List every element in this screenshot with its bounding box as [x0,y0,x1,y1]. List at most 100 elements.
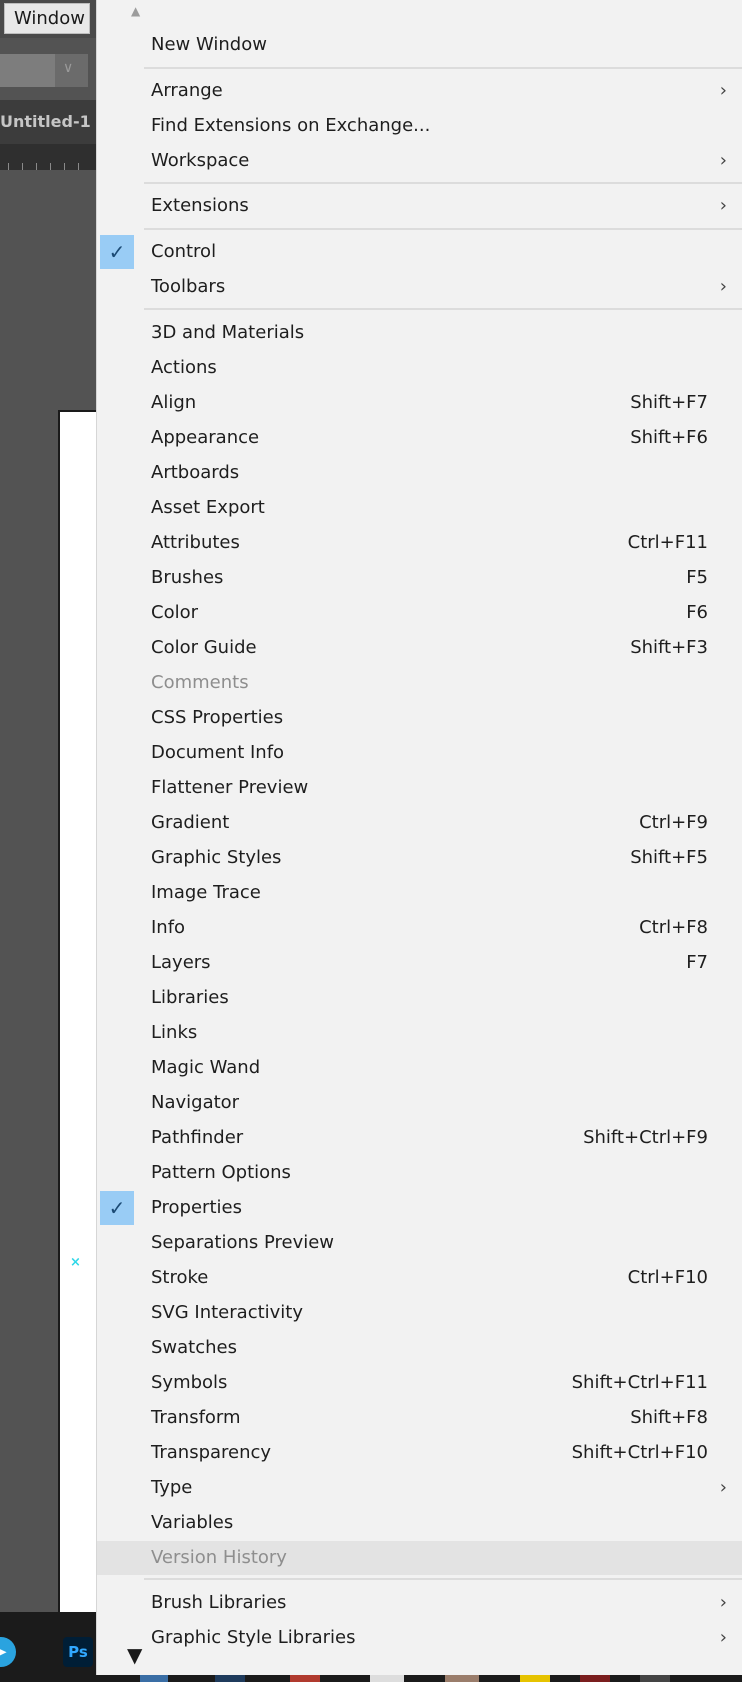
menu-item-label: Workspace [151,150,250,171]
menu-item-shortcut: Shift+Ctrl+F11 [571,1372,708,1393]
menu-item-transparency[interactable]: Transparency Shift+Ctrl+F10 [97,1436,742,1470]
window-menu-button[interactable]: Window [4,3,90,34]
menu-item-label: Navigator [151,1092,240,1113]
menu-item-label: Graphic Style Libraries [151,1627,356,1648]
chevron-right-icon: › [719,80,727,101]
menu-item-shortcut: Shift+F7 [630,392,708,413]
menu-item-label: Control [151,241,217,262]
menu-item-symbols[interactable]: Symbols Shift+Ctrl+F11 [97,1366,742,1400]
menu-item-css-properties[interactable]: CSS Properties [97,701,742,735]
menu-item-info[interactable]: Info Ctrl+F8 [97,911,742,945]
menu-item-type[interactable]: Type › [97,1471,742,1505]
menu-item-label: Properties [151,1197,242,1218]
menu-item-label: Brush Libraries [151,1592,287,1613]
menu-item-gradient[interactable]: Gradient Ctrl+F9 [97,806,742,840]
scroll-down-icon[interactable]: ▼ [127,1645,142,1665]
menu-item-find-extensions-on-exchange[interactable]: Find Extensions on Exchange... [97,109,742,143]
menu-item-links[interactable]: Links [97,1016,742,1050]
menu-item-label: Libraries [151,987,229,1008]
menu-item-document-info[interactable]: Document Info [97,736,742,770]
menu-item-shortcut: F7 [686,952,708,973]
menu-item-label: CSS Properties [151,707,284,728]
menu-item-appearance[interactable]: Appearance Shift+F6 [97,421,742,455]
menu-item-stroke[interactable]: Stroke Ctrl+F10 [97,1261,742,1295]
menu-item-label: Swatches [151,1337,237,1358]
menu-item-label: Image Trace [151,882,261,903]
checkmark-icon: ✓ [100,235,134,269]
menu-item-brushes[interactable]: Brushes F5 [97,561,742,595]
menu-item-shortcut: Shift+Ctrl+F9 [583,1127,708,1148]
menu-item-svg-interactivity[interactable]: SVG Interactivity [97,1296,742,1330]
menu-item-pathfinder[interactable]: Pathfinder Shift+Ctrl+F9 [97,1121,742,1155]
menu-item-workspace[interactable]: Workspace › [97,144,742,178]
ruler-tick [78,163,79,170]
menu-item-magic-wand[interactable]: Magic Wand [97,1051,742,1085]
chevron-right-icon: › [719,195,727,216]
menu-item-shortcut: Shift+F8 [630,1407,708,1428]
menu-item-label: Comments [151,672,249,693]
menu-item-swatches[interactable]: Swatches [97,1331,742,1365]
anchor-point-icon: × [70,1255,81,1270]
telegram-icon[interactable]: ➤ [0,1637,16,1667]
ruler-tick [50,163,51,170]
menu-item-control[interactable]: ✓ Control [97,235,742,269]
menu-item-separations-preview[interactable]: Separations Preview [97,1226,742,1260]
menu-item-label: Align [151,392,197,413]
menu-item-transform[interactable]: Transform Shift+F8 [97,1401,742,1435]
menu-item-label: Graphic Styles [151,847,282,868]
menu-item-shortcut: Shift+Ctrl+F10 [571,1442,708,1463]
scroll-up-icon[interactable]: ▲ [131,4,140,18]
menu-item-navigator[interactable]: Navigator [97,1086,742,1120]
menu-item-brush-libraries[interactable]: Brush Libraries › [97,1586,742,1620]
menu-item-shortcut: Ctrl+F9 [639,812,708,833]
menu-item-libraries[interactable]: Libraries [97,981,742,1015]
menu-item-color[interactable]: Color F6 [97,596,742,630]
chevron-right-icon: › [719,276,727,297]
control-dropdown[interactable]: ∨ [0,54,88,87]
menu-item-shortcut: Shift+F5 [630,847,708,868]
menu-item-graphic-style-libraries[interactable]: Graphic Style Libraries › [97,1621,742,1655]
menu-separator [144,1578,742,1580]
menu-item-artboards[interactable]: Artboards [97,456,742,490]
menu-item-label: Links [151,1022,198,1043]
menu-item-label: Color [151,602,198,623]
menu-item-label: Type [151,1477,193,1498]
menu-item-toolbars[interactable]: Toolbars › [97,270,742,304]
window-menu-dropdown: ▲ New Window Arrange › Find Extensions on E… [96,0,742,1675]
menu-item-pattern-options[interactable]: Pattern Options [97,1156,742,1190]
application-background: Window ∨ Untitled-1 @ × [0,0,96,1682]
chevron-down-icon: ∨ [63,60,74,76]
menu-item-flattener-preview[interactable]: Flattener Preview [97,771,742,805]
menu-item-new-window[interactable]: New Window [97,28,742,62]
document-tab[interactable]: Untitled-1 @ [0,106,96,138]
menu-item-properties[interactable]: ✓ Properties [97,1191,742,1225]
menu-item-layers[interactable]: Layers F7 [97,946,742,980]
menu-item-3d-and-materials[interactable]: 3D and Materials [97,316,742,350]
menu-item-label: Brushes [151,567,224,588]
menu-item-label: Pathfinder [151,1127,244,1148]
menu-item-graphic-styles[interactable]: Graphic Styles Shift+F5 [97,841,742,875]
menu-item-image-trace[interactable]: Image Trace [97,876,742,910]
menu-separator [144,182,742,184]
menu-item-label: Extensions [151,195,249,216]
artboard[interactable] [58,410,96,1612]
menu-separator [144,228,742,230]
photoshop-icon[interactable]: Ps [63,1637,93,1667]
menu-item-version-history: Version History [97,1541,742,1575]
canvas-area[interactable]: × [0,170,96,1612]
menu-item-align[interactable]: Align Shift+F7 [97,386,742,420]
checkmark-icon: ✓ [100,1191,134,1225]
menu-item-label: Info [151,917,186,938]
menu-item-label: Color Guide [151,637,257,658]
menu-item-label: Flattener Preview [151,777,309,798]
menu-item-color-guide[interactable]: Color Guide Shift+F3 [97,631,742,665]
menu-item-asset-export[interactable]: Asset Export [97,491,742,525]
menu-item-actions[interactable]: Actions [97,351,742,385]
menu-item-attributes[interactable]: Attributes Ctrl+F11 [97,526,742,560]
menu-separator [144,67,742,69]
menu-item-extensions[interactable]: Extensions › [97,189,742,223]
menu-item-arrange[interactable]: Arrange › [97,74,742,108]
menu-item-variables[interactable]: Variables [97,1506,742,1540]
menu-item-label: Attributes [151,532,240,553]
ruler-tick [64,163,65,170]
